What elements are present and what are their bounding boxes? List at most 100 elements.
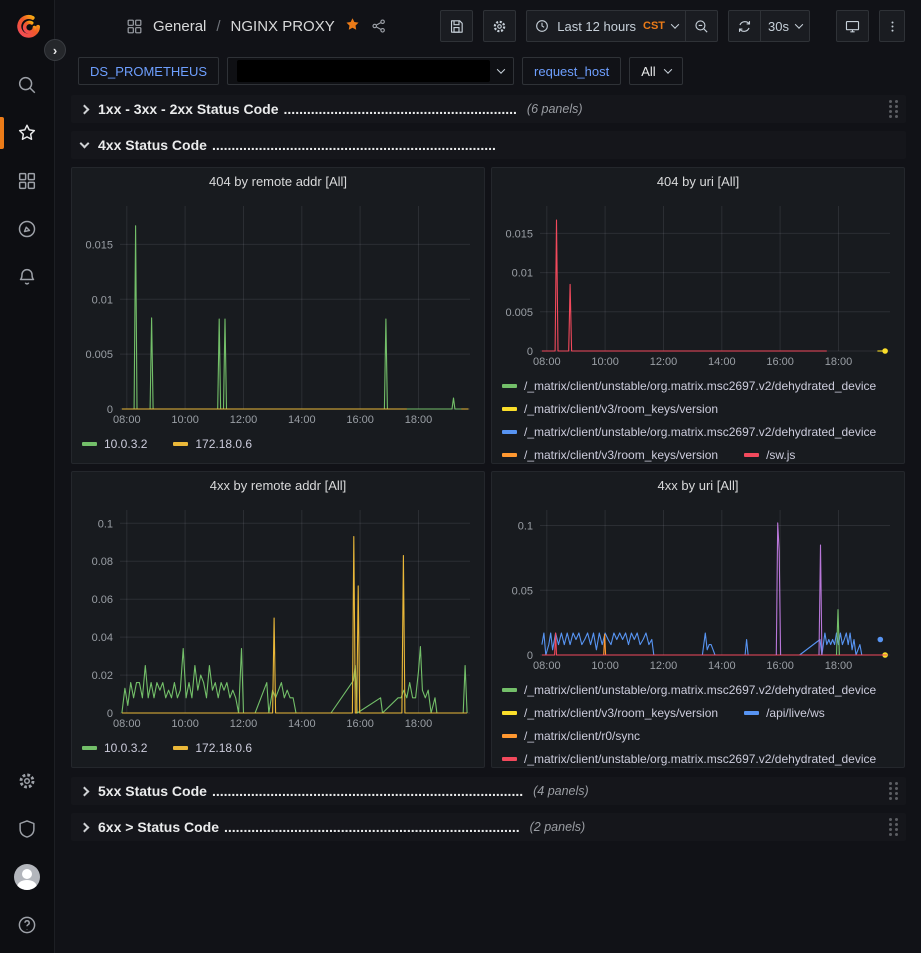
legend-swatch [502, 384, 517, 388]
svg-text:18:00: 18:00 [825, 660, 853, 672]
svg-text:08:00: 08:00 [113, 718, 141, 730]
row-chevron-icon [80, 786, 90, 796]
svg-text:0.1: 0.1 [98, 518, 113, 530]
legend-swatch [502, 430, 517, 434]
top-navigation: General / NGINX PROXY [55, 0, 921, 52]
sidebar-item-explore[interactable] [0, 209, 55, 249]
kebab-menu-icon [885, 18, 900, 35]
legend-swatch [502, 407, 517, 411]
svg-text:0.01: 0.01 [512, 268, 533, 280]
svg-text:16:00: 16:00 [346, 718, 374, 730]
row-header[interactable]: 6xx > Status Code.......................… [71, 813, 906, 841]
panel: 404 by remote addr [All]00.0050.010.0150… [71, 167, 485, 464]
row-panel-count: (4 panels) [533, 784, 589, 798]
legend-item[interactable]: /_matrix/client/unstable/org.matrix.msc2… [502, 379, 876, 393]
legend-swatch [82, 746, 97, 750]
legend-label: /_matrix/client/unstable/org.matrix.msc2… [524, 379, 876, 393]
svg-text:0.01: 0.01 [92, 294, 113, 306]
panel: 404 by uri [All]00.0050.010.01508:0010:0… [491, 167, 905, 464]
legend-item[interactable]: 10.0.3.2 [82, 437, 147, 451]
question-circle-icon [16, 914, 38, 936]
panel-title[interactable]: 404 by uri [All] [500, 168, 896, 196]
sidebar-item-profile[interactable] [0, 857, 55, 897]
legend-item[interactable]: /api/live/ws [744, 706, 825, 720]
more-options-button[interactable] [879, 10, 905, 42]
sidebar [0, 0, 55, 953]
refresh-button[interactable] [728, 10, 761, 42]
datasource-select[interactable] [227, 57, 514, 85]
legend-swatch [502, 688, 517, 692]
time-series-plot[interactable]: 00.050.108:0010:0012:0014:0016:0018:00 [500, 500, 896, 674]
gear-icon [491, 18, 508, 35]
sidebar-item-server-admin[interactable] [0, 809, 55, 849]
time-range-picker[interactable]: Last 12 hours CST [526, 10, 686, 42]
breadcrumb-separator: / [215, 18, 221, 35]
legend-label: /_matrix/client/v3/room_keys/version [524, 448, 718, 462]
search-minus-icon [693, 18, 710, 35]
chevron-down-icon [671, 20, 679, 28]
sidebar-item-configuration[interactable] [0, 761, 55, 801]
time-series-plot[interactable]: 00.0050.010.01508:0010:0012:0014:0016:00… [500, 196, 896, 370]
zoom-out-time-button[interactable] [686, 10, 718, 42]
row-drag-handle-icon[interactable] [889, 782, 898, 800]
expand-sidebar-button[interactable]: › [44, 39, 66, 61]
legend-item[interactable]: 172.18.0.6 [173, 741, 252, 755]
sidebar-item-alerting[interactable] [0, 257, 55, 297]
legend-label: /sw.js [766, 448, 795, 462]
legend-item[interactable]: /sw.js [744, 448, 795, 462]
breadcrumb-dashboard-title[interactable]: NGINX PROXY [231, 18, 335, 35]
panel-title[interactable]: 404 by remote addr [All] [80, 168, 476, 196]
row-drag-handle-icon[interactable] [889, 818, 898, 836]
variable-label-request-host[interactable]: request_host [522, 57, 621, 85]
legend-item[interactable]: 10.0.3.2 [82, 741, 147, 755]
legend-item[interactable]: /_matrix/client/unstable/org.matrix.msc2… [502, 425, 876, 439]
row-header[interactable]: 1xx - 3xx - 2xx Status Code.............… [71, 95, 906, 123]
request-host-select[interactable]: All [629, 57, 682, 85]
refresh-interval-label: 30s [768, 19, 789, 34]
apps-grid-icon [16, 170, 38, 192]
svg-text:16:00: 16:00 [766, 356, 794, 368]
panel-grid: 404 by remote addr [All] 00.0050.010.0150… [71, 167, 906, 768]
svg-text:16:00: 16:00 [346, 414, 374, 426]
variable-label-ds-prometheus[interactable]: DS_PROMETHEUS [78, 57, 219, 85]
time-series-plot[interactable]: 00.020.040.060.080.108:0010:0012:0014:00… [80, 500, 476, 732]
panel-title[interactable]: 4xx by remote addr [All] [80, 472, 476, 500]
dashboard-settings-button[interactable] [483, 10, 516, 42]
gear-icon [16, 770, 38, 792]
legend-item[interactable]: /_matrix/client/r0/sync [502, 729, 640, 743]
panel-legend: 10.0.3.2 172.18.0.6 [80, 432, 476, 455]
refresh-interval-picker[interactable]: 30s [761, 10, 810, 42]
row-header[interactable]: 4xx Status Code.........................… [71, 131, 906, 159]
panel-title[interactable]: 4xx by uri [All] [500, 472, 896, 500]
legend-item[interactable]: 172.18.0.6 [173, 437, 252, 451]
breadcrumb-section[interactable]: General [153, 18, 206, 35]
grafana-logo[interactable] [0, 6, 55, 46]
sidebar-item-help[interactable] [0, 905, 55, 945]
legend-row: 10.0.3.2 172.18.0.6 [82, 432, 476, 455]
sidebar-item-dashboards[interactable] [0, 161, 55, 201]
save-dashboard-button[interactable] [440, 10, 473, 42]
legend-item[interactable]: /_matrix/client/v3/room_keys/version [502, 448, 718, 462]
sidebar-item-search[interactable] [0, 65, 55, 105]
svg-text:14:00: 14:00 [288, 718, 316, 730]
search-icon [16, 74, 38, 96]
svg-text:0.02: 0.02 [92, 670, 113, 682]
legend-swatch [502, 453, 517, 457]
svg-text:0.015: 0.015 [85, 239, 113, 251]
legend-item[interactable]: /_matrix/client/unstable/org.matrix.msc2… [502, 683, 876, 697]
svg-text:08:00: 08:00 [533, 660, 561, 672]
sidebar-item-starred[interactable] [0, 113, 55, 153]
tv-mode-button[interactable] [836, 10, 869, 42]
share-icon[interactable] [370, 17, 388, 35]
legend-label: 10.0.3.2 [104, 741, 147, 755]
chevron-down-icon [497, 65, 505, 73]
legend-swatch [173, 746, 188, 750]
legend-item[interactable]: /_matrix/client/unstable/org.matrix.msc2… [502, 752, 876, 766]
row-title: 1xx - 3xx - 2xx Status Code.............… [98, 101, 517, 117]
time-series-plot[interactable]: 00.0050.010.01508:0010:0012:0014:0016:00… [80, 196, 476, 428]
row-drag-handle-icon[interactable] [889, 100, 898, 118]
row-header[interactable]: 5xx Status Code.........................… [71, 777, 906, 805]
favorite-star-icon[interactable] [344, 16, 361, 36]
legend-item[interactable]: /_matrix/client/v3/room_keys/version [502, 706, 718, 720]
legend-item[interactable]: /_matrix/client/v3/room_keys/version [502, 402, 718, 416]
